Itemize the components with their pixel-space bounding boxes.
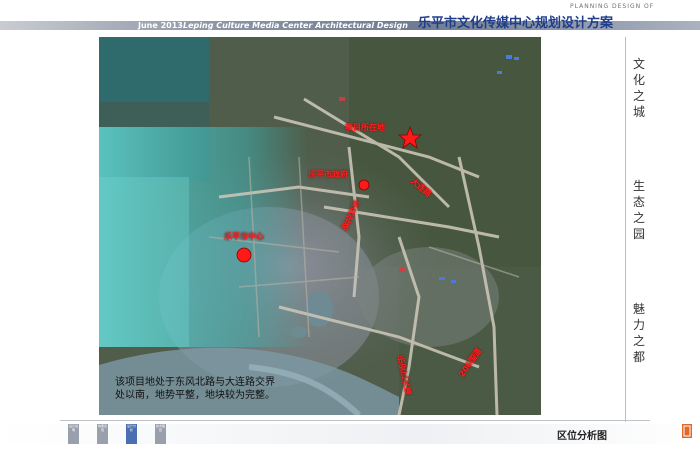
motto-culture: 文化之城	[632, 57, 645, 119]
page-title: 乐平市文化传媒中心规划设计方案	[418, 16, 614, 31]
bottom-divider	[60, 420, 650, 421]
header-subtitle: Leping Culture Media Center Architectura…	[183, 21, 408, 30]
city-center-marker	[236, 247, 252, 263]
motto-charm: 魅力之都	[632, 302, 645, 364]
label-project-site: 项目所在地	[345, 123, 385, 132]
right-divider	[625, 37, 626, 422]
planning-label: PLANNING DESIGN OF	[570, 3, 655, 10]
label-city-center: 乐平市中心	[224, 232, 264, 241]
satellite-map: 项目所在地 乐平市政府 乐平市中心 大连路 东风北路 206国道 乐安江大道 该…	[99, 37, 541, 415]
figure-caption: 区位分析图	[557, 431, 607, 442]
seal-icon	[682, 424, 692, 438]
nav-tab-design-notes[interactable]: 设计说明	[68, 424, 79, 444]
location-description: 该项目地处于东风北路与大连路交界处以南，地势平整，地块较为完整。	[115, 377, 275, 401]
motto-ecology: 生态之园	[632, 179, 645, 241]
nav-tab-design-analysis[interactable]: 设计分析	[126, 424, 137, 444]
label-city-government: 乐平市政府	[308, 170, 348, 179]
header-date: June 2013	[138, 21, 183, 30]
nav-tab-renderings[interactable]: 效果表现	[97, 424, 108, 444]
government-marker	[358, 179, 370, 191]
nav-tab-drawings[interactable]: 技术图纸	[155, 424, 166, 444]
